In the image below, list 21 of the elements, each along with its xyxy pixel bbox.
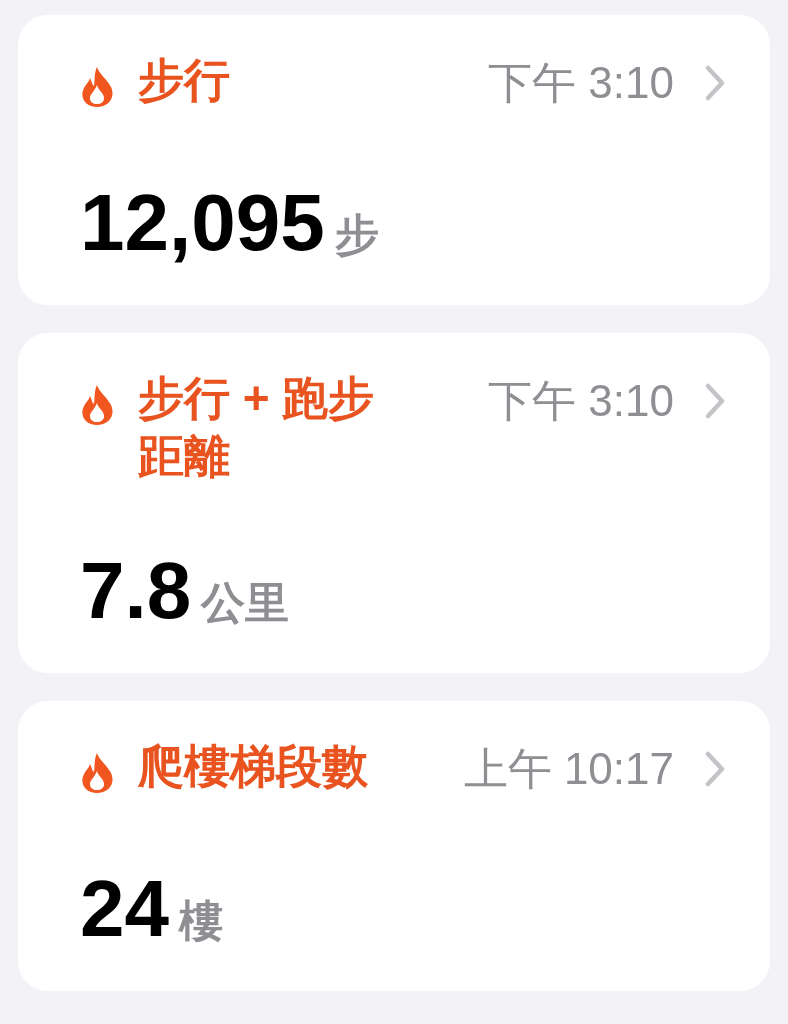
timestamp: 下午 3:10 xyxy=(488,57,674,109)
flame-icon xyxy=(80,66,114,108)
flame-icon xyxy=(80,752,114,794)
card-title: 爬樓梯段數 xyxy=(138,739,368,794)
card-background[interactable]: 爬樓梯段數 上午 10:17 24 樓 xyxy=(18,701,770,991)
card-background[interactable]: 步行 + 跑步距離 下午 3:10 7.8 公里 xyxy=(18,333,770,673)
metric-value: 24 xyxy=(80,867,169,951)
card-title: 步行 xyxy=(138,53,230,108)
timestamp: 下午 3:10 xyxy=(488,375,674,427)
metric-value: 12,095 xyxy=(80,181,325,265)
chevron-right-icon xyxy=(704,750,726,788)
flame-icon xyxy=(80,384,114,426)
card-title: 步行 + 跑步距離 xyxy=(138,371,376,484)
metric-unit: 公里 xyxy=(201,578,290,628)
metric-unit: 樓 xyxy=(179,896,223,946)
card-background[interactable]: 步行 下午 3:10 12,095 步 xyxy=(18,15,770,305)
metric-unit: 步 xyxy=(334,210,379,260)
chevron-right-icon xyxy=(704,64,726,102)
metric-value: 7.8 xyxy=(80,549,192,633)
timestamp: 上午 10:17 xyxy=(463,743,674,795)
chevron-right-icon xyxy=(704,382,726,420)
